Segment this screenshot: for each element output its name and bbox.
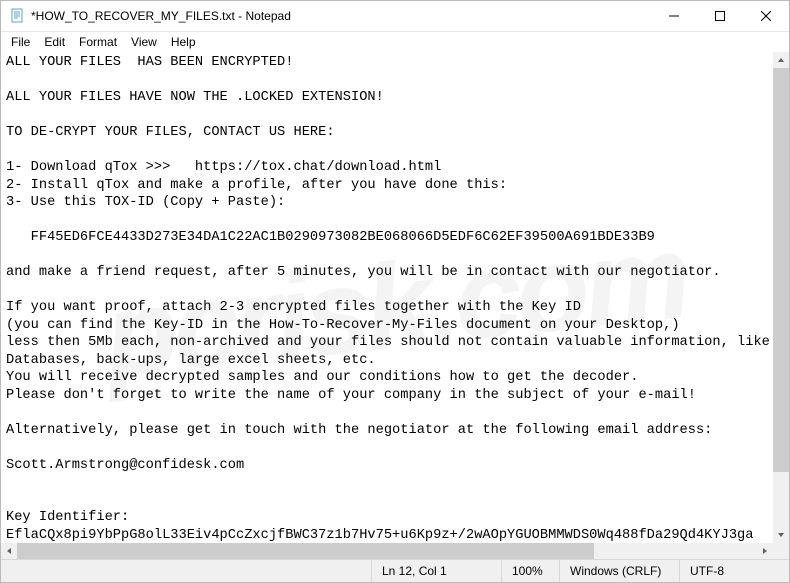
menu-format[interactable]: Format — [72, 34, 124, 50]
scroll-down-arrow-icon[interactable] — [773, 527, 789, 543]
statusbar: Ln 12, Col 1 100% Windows (CRLF) UTF-8 — [1, 559, 789, 582]
scroll-up-arrow-icon[interactable] — [773, 52, 789, 68]
scroll-track-horizontal[interactable] — [17, 543, 757, 559]
scroll-thumb-horizontal[interactable] — [17, 543, 594, 559]
menubar: File Edit Format View Help — [1, 32, 789, 52]
minimize-button[interactable] — [651, 1, 697, 31]
status-encoding: UTF-8 — [679, 560, 789, 582]
content-area: ALL YOUR FILES HAS BEEN ENCRYPTED! ALL Y… — [1, 52, 789, 559]
scroll-right-arrow-icon[interactable] — [757, 543, 773, 559]
status-lineending: Windows (CRLF) — [559, 560, 679, 582]
text-editor[interactable]: ALL YOUR FILES HAS BEEN ENCRYPTED! ALL Y… — [1, 52, 773, 543]
menu-file[interactable]: File — [4, 34, 37, 50]
notepad-icon — [9, 8, 25, 24]
horizontal-scrollbar[interactable] — [1, 543, 773, 559]
menu-help[interactable]: Help — [164, 34, 203, 50]
window-controls — [651, 1, 789, 31]
menu-edit[interactable]: Edit — [37, 34, 72, 50]
scroll-track-vertical[interactable] — [773, 68, 789, 527]
menu-view[interactable]: View — [124, 34, 164, 50]
scroll-thumb-vertical[interactable] — [773, 68, 789, 472]
scroll-left-arrow-icon[interactable] — [1, 543, 17, 559]
vertical-scrollbar[interactable] — [773, 52, 789, 543]
status-zoom: 100% — [501, 560, 559, 582]
maximize-button[interactable] — [697, 1, 743, 31]
close-button[interactable] — [743, 1, 789, 31]
scroll-corner — [773, 543, 789, 559]
notepad-window: *HOW_TO_RECOVER_MY_FILES.txt - Notepad F… — [0, 0, 790, 583]
titlebar[interactable]: *HOW_TO_RECOVER_MY_FILES.txt - Notepad — [1, 1, 789, 32]
status-position: Ln 12, Col 1 — [371, 560, 501, 582]
window-title: *HOW_TO_RECOVER_MY_FILES.txt - Notepad — [31, 9, 651, 23]
